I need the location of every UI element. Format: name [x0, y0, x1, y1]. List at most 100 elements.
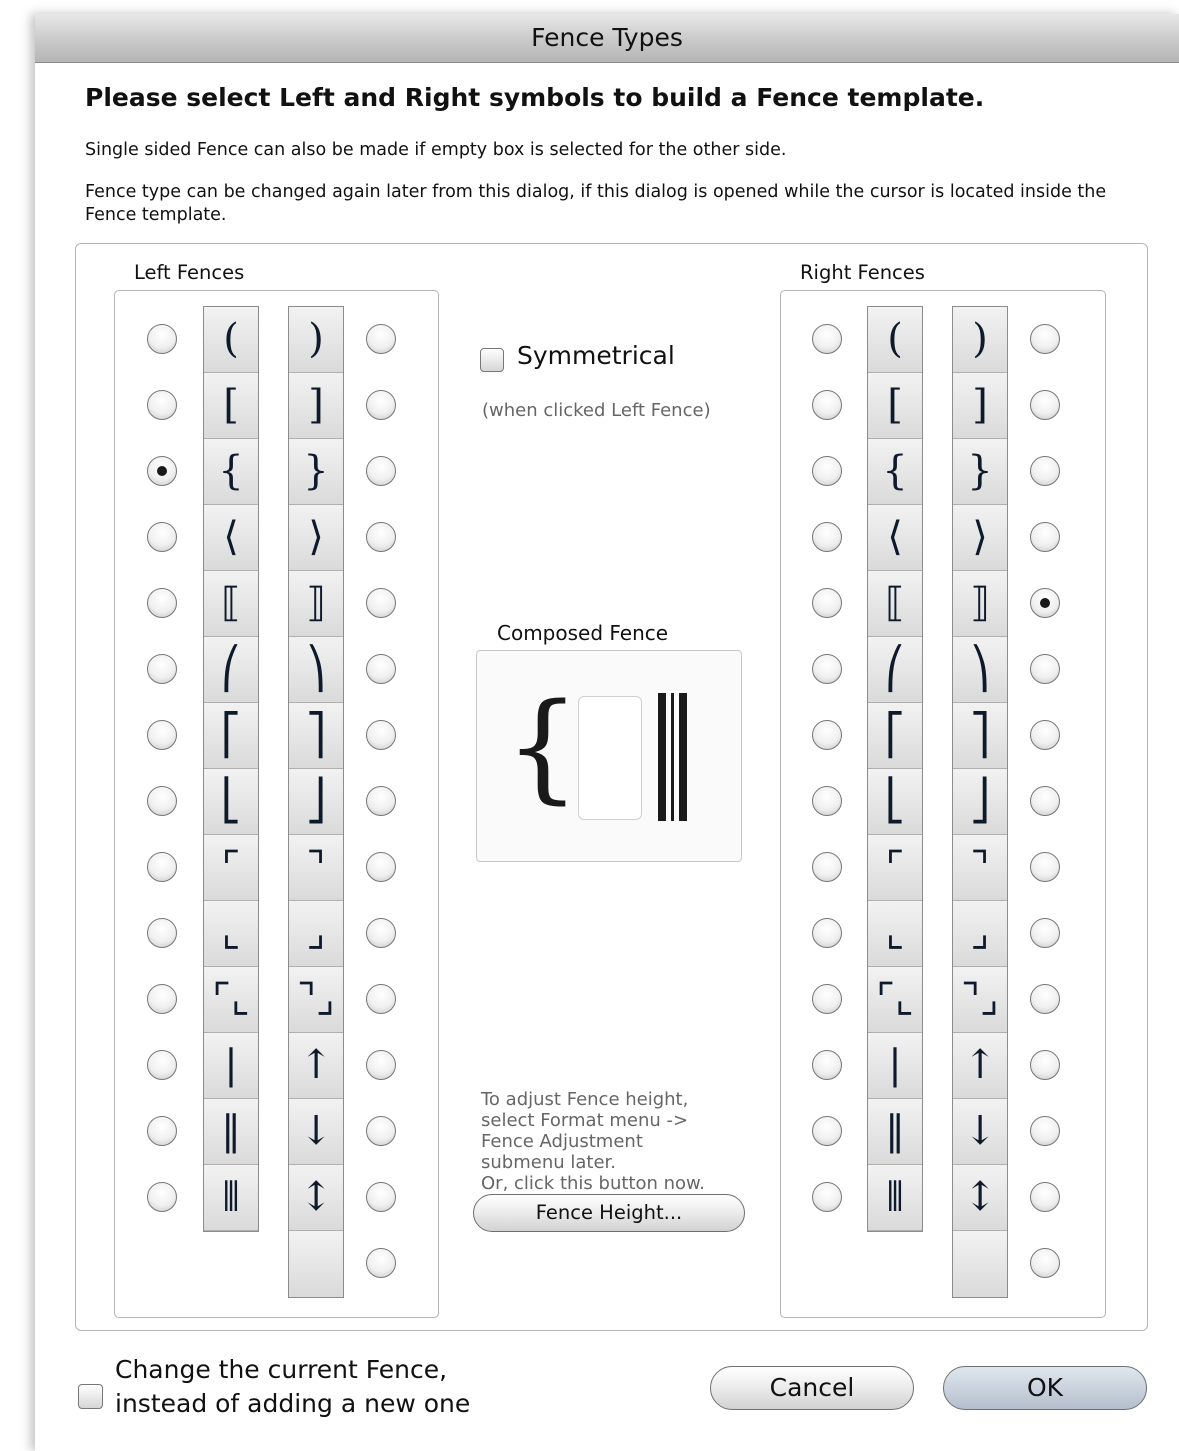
- right-close-symbol-cell[interactable]: ]: [953, 373, 1007, 439]
- left-close-symbol-cell[interactable]: ⎞: [289, 637, 343, 703]
- right-close-radio[interactable]: [1030, 786, 1060, 816]
- left-close-radio[interactable]: [366, 456, 396, 486]
- left-open-radio[interactable]: [147, 588, 177, 618]
- left-open-symbol-cell[interactable]: ⌞: [204, 901, 258, 967]
- right-open-radio[interactable]: [812, 1116, 842, 1146]
- right-close-radio[interactable]: [1030, 390, 1060, 420]
- left-open-symbol-cell[interactable]: ⎣: [204, 769, 258, 835]
- left-close-radio[interactable]: [366, 786, 396, 816]
- right-close-radio[interactable]: [1030, 1116, 1060, 1146]
- left-open-symbol-cell[interactable]: {: [204, 439, 258, 505]
- right-close-radio[interactable]: [1030, 654, 1060, 684]
- left-open-radio[interactable]: [147, 390, 177, 420]
- right-open-radio[interactable]: [812, 588, 842, 618]
- left-close-radio[interactable]: [366, 324, 396, 354]
- ok-button[interactable]: OK: [943, 1366, 1147, 1410]
- left-open-symbol-cell[interactable]: ⎡: [204, 703, 258, 769]
- right-open-symbol-cell[interactable]: |: [868, 1033, 922, 1099]
- right-open-radio[interactable]: [812, 786, 842, 816]
- left-close-radio[interactable]: [366, 390, 396, 420]
- right-open-symbol-cell[interactable]: ⌞: [868, 901, 922, 967]
- left-close-symbol-cell[interactable]: ↑: [289, 1033, 343, 1099]
- right-close-symbol-cell[interactable]: ⌟: [953, 901, 1007, 967]
- right-close-symbol-cell[interactable]: ): [953, 307, 1007, 373]
- right-close-symbol-cell[interactable]: ↓: [953, 1099, 1007, 1165]
- left-open-symbol-cell[interactable]: ‖: [204, 1099, 258, 1165]
- right-close-symbol-cell[interactable]: ⟩: [953, 505, 1007, 571]
- left-open-symbol-cell[interactable]: ⦀: [204, 1165, 258, 1231]
- left-open-symbol-cell[interactable]: ⌜: [204, 835, 258, 901]
- left-close-symbol-cell[interactable]: ⌟: [289, 901, 343, 967]
- right-open-radio[interactable]: [812, 852, 842, 882]
- left-close-symbol-cell[interactable]: ↓: [289, 1099, 343, 1165]
- left-close-radio[interactable]: [366, 852, 396, 882]
- left-open-symbol-cell[interactable]: |: [204, 1033, 258, 1099]
- right-close-radio[interactable]: [1030, 852, 1060, 882]
- left-close-symbol-cell[interactable]: ⟩: [289, 505, 343, 571]
- left-close-symbol-cell[interactable]: }: [289, 439, 343, 505]
- right-close-radio[interactable]: [1030, 1050, 1060, 1080]
- left-close-symbol-cell[interactable]: ): [289, 307, 343, 373]
- left-close-radio[interactable]: [366, 1182, 396, 1212]
- right-open-symbol-cell[interactable]: {: [868, 439, 922, 505]
- left-close-radio[interactable]: [366, 1116, 396, 1146]
- right-close-symbol-cell[interactable]: ↕: [953, 1165, 1007, 1231]
- right-close-radio[interactable]: [1030, 1182, 1060, 1212]
- right-close-radio[interactable]: [1030, 720, 1060, 750]
- symmetrical-label[interactable]: Symmetrical: [517, 341, 675, 370]
- left-open-radio[interactable]: [147, 786, 177, 816]
- right-close-radio[interactable]: [1030, 324, 1060, 354]
- right-open-symbol-cell[interactable]: ⟨: [868, 505, 922, 571]
- title-bar[interactable]: Fence Types: [35, 14, 1179, 63]
- left-close-symbol-cell[interactable]: ↕: [289, 1165, 343, 1231]
- left-open-symbol-cell[interactable]: [: [204, 373, 258, 439]
- left-close-symbol-cell[interactable]: ⎤: [289, 703, 343, 769]
- right-close-radio[interactable]: [1030, 984, 1060, 1014]
- right-open-symbol-cell[interactable]: [: [868, 373, 922, 439]
- left-open-radio[interactable]: [147, 852, 177, 882]
- right-close-symbol-cell[interactable]: ↑: [953, 1033, 1007, 1099]
- left-open-radio[interactable]: [147, 720, 177, 750]
- change-current-fence-label[interactable]: Change the current Fence, instead of add…: [115, 1353, 470, 1421]
- left-close-radio[interactable]: [366, 654, 396, 684]
- left-open-symbol-cell[interactable]: ⌜⌞: [204, 967, 258, 1033]
- left-close-symbol-cell[interactable]: ]: [289, 373, 343, 439]
- right-close-symbol-cell[interactable]: ⟧: [953, 571, 1007, 637]
- left-close-radio[interactable]: [366, 720, 396, 750]
- right-close-radio[interactable]: [1030, 588, 1060, 618]
- right-open-symbol-cell[interactable]: ‖: [868, 1099, 922, 1165]
- left-close-symbol-cell[interactable]: [289, 1231, 343, 1297]
- left-close-symbol-cell[interactable]: ⟧: [289, 571, 343, 637]
- right-open-radio[interactable]: [812, 720, 842, 750]
- left-open-radio[interactable]: [147, 984, 177, 1014]
- left-open-radio[interactable]: [147, 1182, 177, 1212]
- left-close-symbol-cell[interactable]: ⌝: [289, 835, 343, 901]
- right-close-symbol-cell[interactable]: ⎞: [953, 637, 1007, 703]
- right-open-symbol-cell[interactable]: ⦀: [868, 1165, 922, 1231]
- right-open-symbol-cell[interactable]: (: [868, 307, 922, 373]
- right-close-radio[interactable]: [1030, 918, 1060, 948]
- left-open-symbol-cell[interactable]: ⟦: [204, 571, 258, 637]
- right-open-symbol-cell[interactable]: ⟦: [868, 571, 922, 637]
- right-close-symbol-cell[interactable]: ⎤: [953, 703, 1007, 769]
- symmetrical-checkbox[interactable]: [480, 348, 504, 372]
- right-open-symbol-cell[interactable]: ⌜⌞: [868, 967, 922, 1033]
- fence-height-button[interactable]: Fence Height...: [473, 1194, 745, 1232]
- left-open-radio[interactable]: [147, 456, 177, 486]
- right-open-radio[interactable]: [812, 654, 842, 684]
- right-close-symbol-cell[interactable]: }: [953, 439, 1007, 505]
- right-close-radio[interactable]: [1030, 456, 1060, 486]
- right-close-radio[interactable]: [1030, 522, 1060, 552]
- left-close-radio[interactable]: [366, 984, 396, 1014]
- left-open-symbol-cell[interactable]: ⎛: [204, 637, 258, 703]
- right-open-symbol-cell[interactable]: ⎣: [868, 769, 922, 835]
- right-close-symbol-cell[interactable]: ⎦: [953, 769, 1007, 835]
- left-close-radio[interactable]: [366, 588, 396, 618]
- left-open-radio[interactable]: [147, 1050, 177, 1080]
- right-open-radio[interactable]: [812, 324, 842, 354]
- right-open-radio[interactable]: [812, 1050, 842, 1080]
- left-close-radio[interactable]: [366, 1050, 396, 1080]
- change-current-fence-checkbox[interactable]: [78, 1384, 103, 1409]
- left-close-radio[interactable]: [366, 1248, 396, 1278]
- right-open-radio[interactable]: [812, 390, 842, 420]
